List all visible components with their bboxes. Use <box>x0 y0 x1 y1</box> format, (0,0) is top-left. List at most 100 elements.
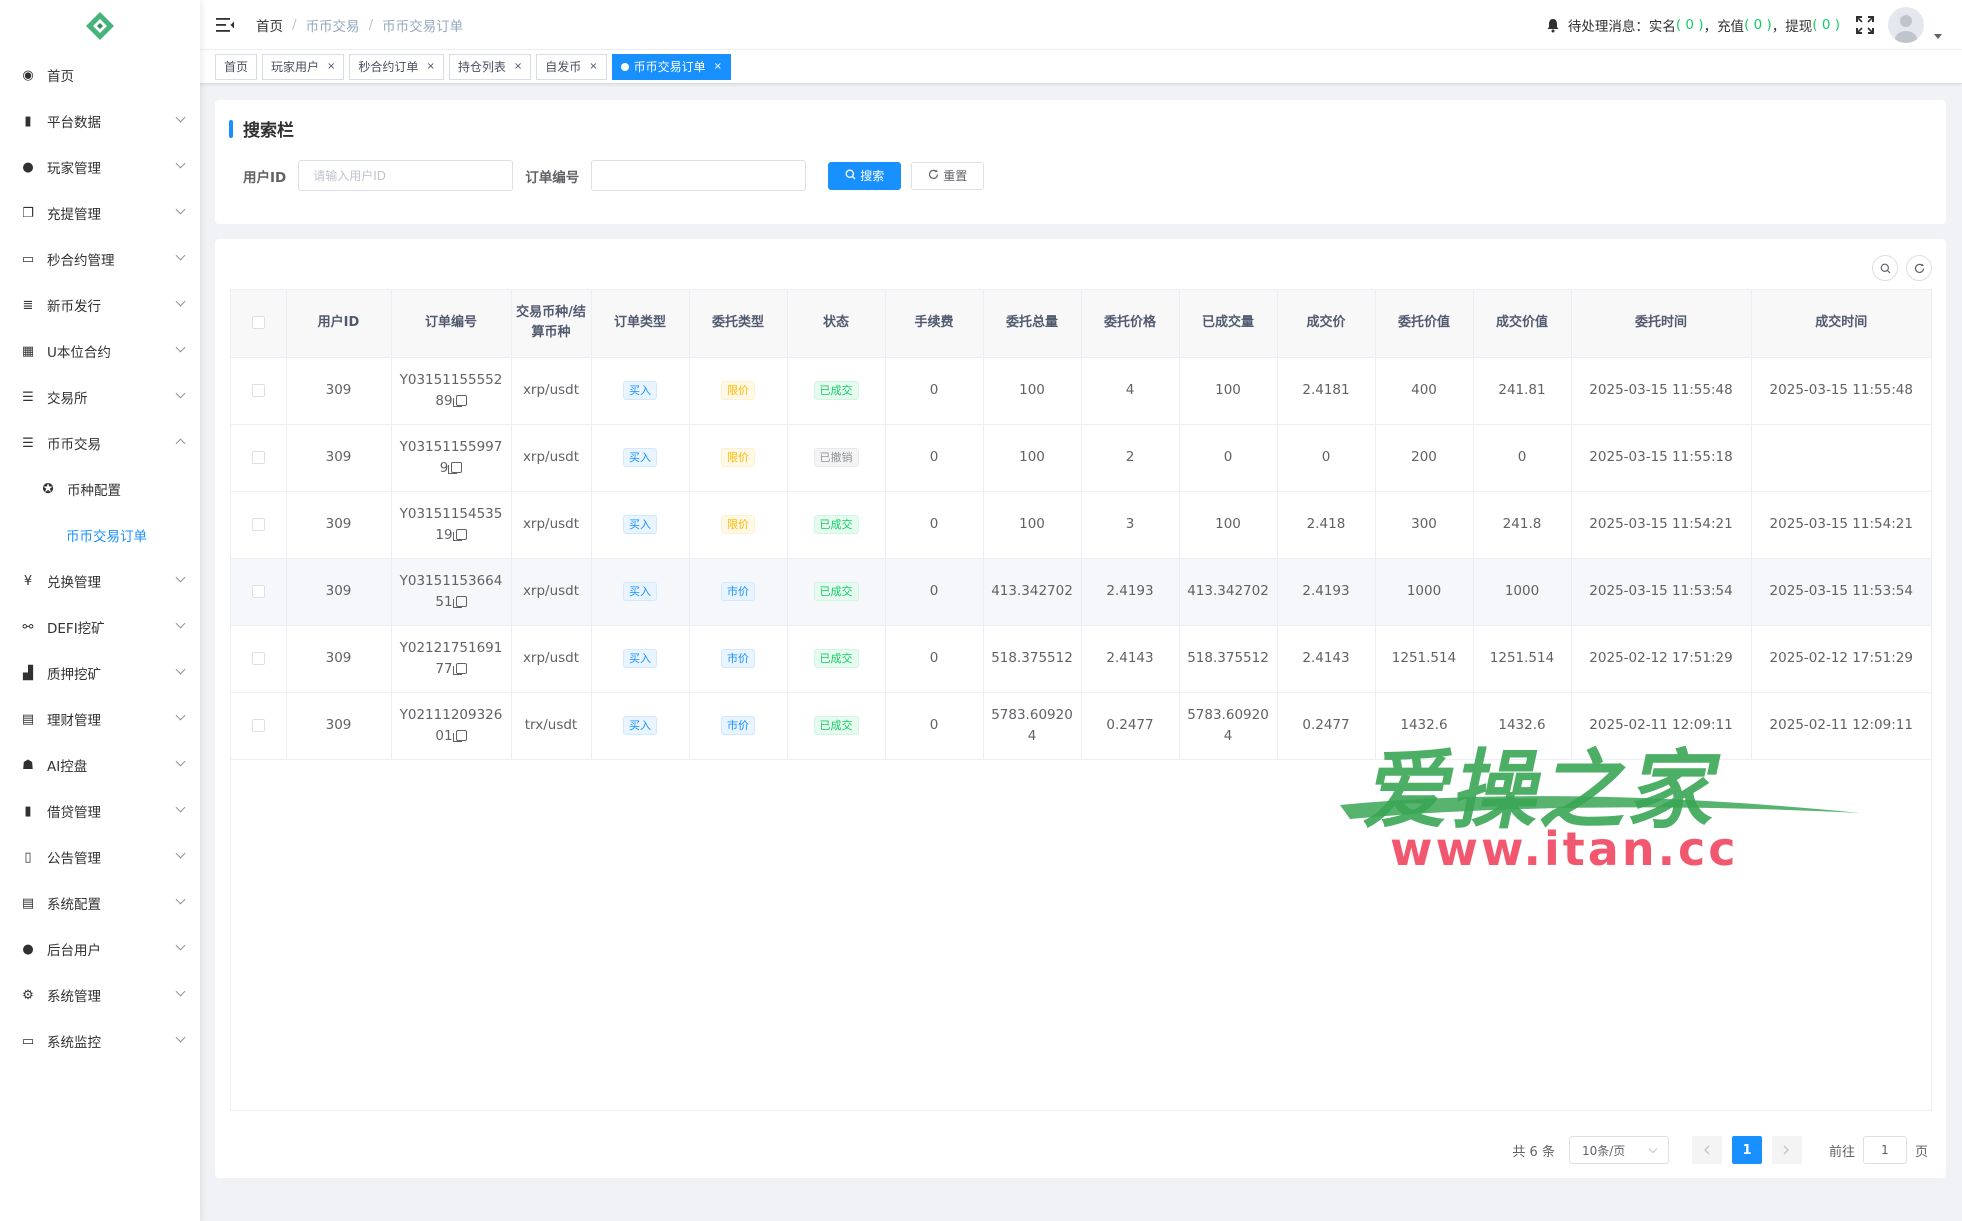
breadcrumb-home[interactable]: 首页 <box>256 15 283 35</box>
close-icon[interactable]: × <box>514 61 522 72</box>
cell-entrust-value: 1000 <box>1375 558 1474 626</box>
copy-icon[interactable] <box>448 461 463 474</box>
hamburger-toggle-icon[interactable] <box>216 17 234 32</box>
row-checkbox[interactable] <box>251 383 265 397</box>
sidebar-item[interactable]: ▭ 系统监控 <box>0 1018 200 1064</box>
copy-icon[interactable] <box>452 528 467 541</box>
sidebar-item[interactable]: ▮ 借贷管理 <box>0 788 200 834</box>
select-all-cell[interactable] <box>231 290 287 358</box>
row-checkbox[interactable] <box>251 651 265 665</box>
cell-entrust-type: 限价 <box>689 357 788 425</box>
cell-order-type: 买入 <box>591 357 690 425</box>
search-section-title: 搜索栏 <box>229 116 294 141</box>
copy-icon[interactable] <box>452 595 467 608</box>
cell-deal-value: 1251.514 <box>1473 625 1572 693</box>
reset-button[interactable]: 重置 <box>911 161 985 190</box>
sidebar-item[interactable]: ❐ 充提管理 <box>0 190 200 236</box>
toggle-search-button[interactable] <box>1872 255 1898 281</box>
tag-item[interactable]: 自发币 × <box>536 53 607 80</box>
tag-item[interactable]: 玩家用户 × <box>262 53 345 80</box>
sidebar-item[interactable]: ☗ AI控盘 <box>0 742 200 788</box>
goto-page-input[interactable]: 1 <box>1862 1136 1907 1164</box>
copy-icon[interactable] <box>452 662 467 675</box>
table-row[interactable]: 309 Y03151153664 51 xrp/usdt 买入 市价 已成交 0 413.342… <box>231 558 1931 626</box>
sidebar-item[interactable]: ◉ 首页 <box>0 52 200 98</box>
cell-order-no: Y03151155997 9 <box>391 424 512 492</box>
row-checkbox[interactable] <box>251 450 265 464</box>
next-page-button[interactable] <box>1771 1136 1802 1164</box>
sidebar-item[interactable]: ▮ 平台数据 <box>0 98 200 144</box>
table-row[interactable]: 309 Y02121751691 77 xrp/usdt 买入 市价 已成交 0 518.375… <box>231 625 1931 693</box>
pending-notice[interactable]: 待处理消息： 实名( 0 )， 充值( 0 )， 提现( 0 ) <box>1546 15 1840 35</box>
table-row[interactable]: 309 Y02111209326 01 trx/usdt 买入 市价 已成交 0 5783.60… <box>231 692 1931 760</box>
order-no-input[interactable] <box>591 160 807 191</box>
row-checkbox[interactable] <box>251 517 265 531</box>
tag-item[interactable]: 首页 <box>215 53 258 80</box>
sidebar-item[interactable]: ▭ 秒合约管理 <box>0 236 200 282</box>
sidebar-item[interactable]: ⚯ DEFI挖矿 <box>0 604 200 650</box>
tag-item[interactable]: 秒合约订单 × <box>349 53 444 80</box>
sidebar-item[interactable]: ⚙ 系统管理 <box>0 972 200 1018</box>
close-icon[interactable]: × <box>426 61 434 72</box>
table-row[interactable]: 309 Y03151155997 9 xrp/usdt 买入 限价 已撤销 0 100 2 0 0 20… <box>231 424 1931 492</box>
table-toolbar <box>1864 255 1932 281</box>
chevron-down-icon <box>175 572 186 583</box>
table-row[interactable]: 309 Y03151155552 89 xrp/usdt 买入 限价 已成交 0 100 4 100… <box>231 357 1931 425</box>
status-badge: 已成交 <box>813 515 859 534</box>
row-checkbox[interactable] <box>251 718 265 732</box>
sidebar-item[interactable]: ▤ 系统配置 <box>0 880 200 926</box>
sidebar-item[interactable]: ▤ 理财管理 <box>0 696 200 742</box>
sidebar-subitem-label: 币币交易订单 <box>66 529 147 545</box>
close-icon[interactable]: × <box>589 61 597 72</box>
user-id-label: 用户ID <box>243 169 287 186</box>
sidebar-item[interactable]: ☰ 币币交易 <box>0 420 200 466</box>
user-id-input[interactable]: 请输入用户ID <box>298 160 514 191</box>
cell-pair: xrp/usdt <box>511 424 592 492</box>
document-icon: ▤ <box>21 711 35 727</box>
chevron-down-icon <box>175 802 186 813</box>
sidebar-subitem[interactable]: ✪ 币种配置 <box>0 466 200 512</box>
sidebar-item[interactable]: ▦ U本位合约 <box>0 328 200 374</box>
cell-order-no: Y03151154535 19 <box>391 491 512 559</box>
copy-icon[interactable] <box>452 394 467 407</box>
sidebar-item[interactable]: ≣ 新币发行 <box>0 282 200 328</box>
fullscreen-icon[interactable] <box>1856 16 1874 34</box>
tag-item[interactable]: 持仓列表 × <box>448 53 532 80</box>
copy-icon[interactable] <box>452 729 467 742</box>
select-all-checkbox[interactable] <box>251 316 265 330</box>
sidebar-item[interactable]: ▯ 公告管理 <box>0 834 200 880</box>
prev-page-button[interactable] <box>1691 1136 1722 1164</box>
sidebar-item[interactable]: ● 玩家管理 <box>0 144 200 190</box>
sidebar-item[interactable]: ¥ 兑换管理 <box>0 558 200 604</box>
avatar[interactable] <box>1888 7 1924 43</box>
row-select-cell <box>231 625 287 693</box>
refresh-table-button[interactable] <box>1906 255 1932 281</box>
entrust-type-badge: 市价 <box>721 582 755 601</box>
refresh-icon <box>1914 263 1924 273</box>
avatar-dropdown-caret-icon[interactable] <box>1934 33 1942 39</box>
close-icon[interactable]: × <box>327 61 335 72</box>
cell-fee: 0 <box>885 424 984 492</box>
table-row[interactable]: 309 Y03151154535 19 xrp/usdt 买入 限价 已成交 0 100 3 100… <box>231 491 1931 559</box>
page-size-select[interactable]: 10条/页 <box>1568 1136 1669 1164</box>
cell-order-no: Y02111209326 01 <box>391 692 512 760</box>
sidebar-item[interactable]: ▟ 质押挖矿 <box>0 650 200 696</box>
cell-entrust-value: 400 <box>1375 357 1474 425</box>
sidebar-item[interactable]: ☰ 交易所 <box>0 374 200 420</box>
sidebar-item-label: 币币交易 <box>47 437 101 453</box>
close-icon[interactable]: × <box>714 61 722 72</box>
page-size-value: 10条/页 <box>1581 1143 1626 1158</box>
sidebar-item-label: 新币发行 <box>47 299 101 315</box>
sidebar-item[interactable]: ● 后台用户 <box>0 926 200 972</box>
user-icon: ● <box>22 159 34 175</box>
bell-icon <box>1547 18 1559 32</box>
search-button[interactable]: 搜索 <box>828 161 902 190</box>
tag-item[interactable]: 币币交易订单 × <box>611 53 732 80</box>
logo[interactable] <box>0 0 200 52</box>
chevron-left-icon <box>1704 1145 1710 1155</box>
row-checkbox[interactable] <box>251 584 265 598</box>
page-number-button[interactable]: 1 <box>1731 1136 1762 1164</box>
order-type-badge: 买入 <box>623 515 657 534</box>
sidebar-subitem[interactable]: 币币交易订单 <box>0 512 200 558</box>
cell-fee: 0 <box>885 491 984 559</box>
